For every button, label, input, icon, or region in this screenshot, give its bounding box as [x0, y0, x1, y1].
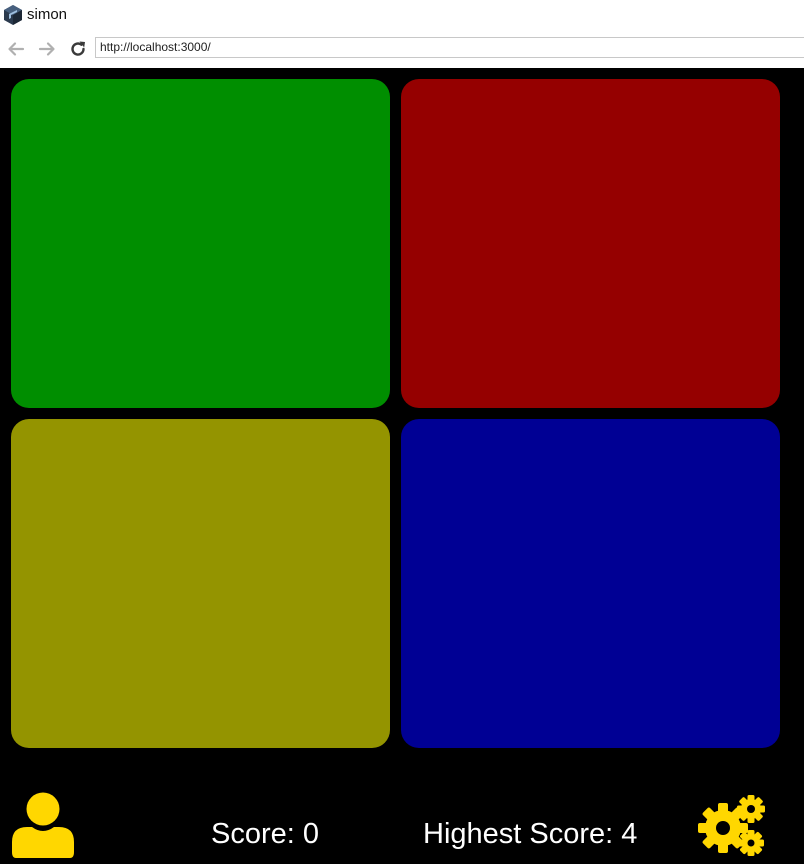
- app-window: simon http://localhost:3000/ Score: 0 Hi…: [0, 0, 804, 864]
- game-board: Score: 0 Highest Score: 4: [0, 68, 804, 864]
- gears-icon[interactable]: [698, 794, 766, 856]
- arrow-left-icon: [8, 42, 25, 56]
- navigation-bar: http://localhost:3000/: [0, 32, 804, 68]
- blue-pad[interactable]: [401, 419, 780, 748]
- address-bar[interactable]: http://localhost:3000/: [95, 37, 804, 58]
- red-pad[interactable]: [401, 79, 780, 408]
- title-bar: simon: [0, 0, 804, 32]
- high-score-label: Highest Score: 4: [423, 818, 638, 850]
- forward-button[interactable]: [36, 38, 58, 60]
- score-label: Score: 0: [211, 818, 319, 850]
- back-button[interactable]: [5, 38, 27, 60]
- green-pad[interactable]: [11, 79, 390, 408]
- reload-button[interactable]: [67, 38, 89, 60]
- user-icon[interactable]: [12, 792, 74, 858]
- window-title: simon: [27, 6, 68, 23]
- app-logo-icon: [4, 5, 22, 25]
- yellow-pad[interactable]: [11, 419, 390, 748]
- reload-icon: [71, 41, 85, 56]
- arrow-right-icon: [38, 42, 55, 56]
